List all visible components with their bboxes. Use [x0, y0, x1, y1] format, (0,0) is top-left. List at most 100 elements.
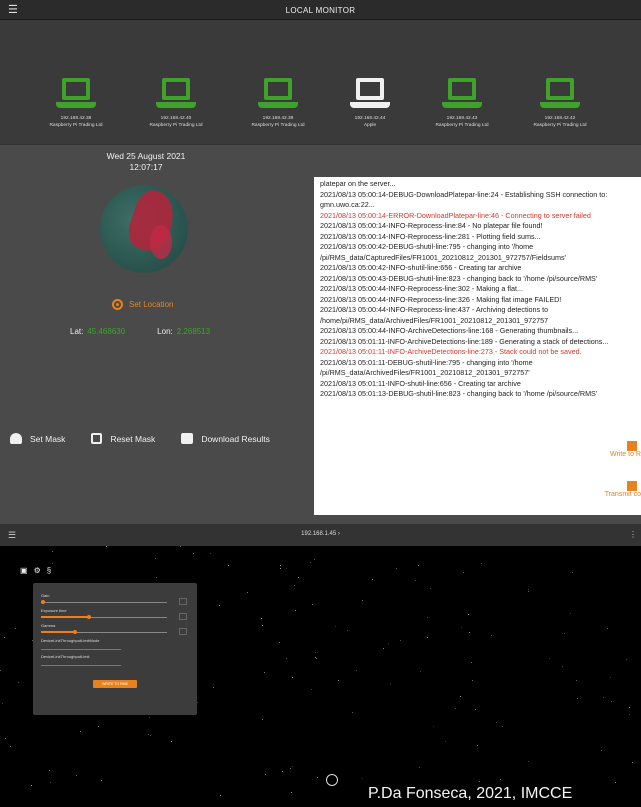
- gain-slider[interactable]: [41, 598, 187, 605]
- star: [314, 559, 315, 560]
- camera-ip[interactable]: 192.168.1.45 ›: [0, 531, 641, 537]
- star: [400, 640, 401, 641]
- star: [295, 610, 296, 611]
- station-time: 12:07:17: [129, 162, 163, 172]
- log-line: 2021/08/13 05:00:14-INFO-Reprocess-line:…: [320, 221, 543, 230]
- star: [15, 628, 16, 629]
- sky-mask-globe[interactable]: [100, 185, 188, 273]
- star: [460, 696, 461, 697]
- action-bar: Set Mask Reset Mask Download Results: [10, 433, 270, 444]
- star: [629, 707, 630, 708]
- throughput-limit-mode-field[interactable]: [41, 645, 121, 650]
- log-line: 2021/08/13 05:01:11-INFO-shutil-line:656…: [320, 378, 521, 388]
- reset-mask-button[interactable]: Reset Mask: [91, 433, 155, 444]
- device-card[interactable]: 192.168.42.43 Raspberry Pi Trading Ltd: [416, 78, 508, 128]
- log-line: 2021/08/13 05:00:44-INFO-ArchiveDetectio…: [320, 326, 579, 335]
- lat-label: Lat:: [70, 327, 84, 336]
- camera-settings-panel: Gain Exposure time Gamma DeviceLinkThrou…: [33, 583, 197, 715]
- star: [290, 768, 291, 769]
- star: [611, 701, 612, 702]
- write-to-rms-button[interactable]: Write to R: [610, 441, 641, 458]
- star: [247, 592, 248, 593]
- star: [292, 677, 293, 678]
- star: [101, 780, 102, 781]
- star: [262, 719, 263, 720]
- star: [156, 577, 157, 578]
- star: [570, 613, 571, 614]
- star: [150, 735, 151, 736]
- cloud-upload-icon: [10, 433, 22, 444]
- star: [496, 722, 497, 723]
- overlay-icon[interactable]: §: [47, 566, 51, 575]
- device-vendor: Raspberry Pi Trading Ltd: [49, 123, 103, 128]
- transmit-button[interactable]: Transmit co: [605, 481, 641, 498]
- star: [576, 680, 577, 681]
- device-ip: 192.168.42.39: [262, 116, 294, 121]
- star: [52, 563, 53, 564]
- device-card[interactable]: 192.168.42.38 Raspberry Pi Trading Ltd: [30, 78, 122, 128]
- star: [0, 670, 1, 671]
- star: [31, 785, 32, 786]
- log-line: 2021/08/13 05:00:43-DEBUG-shutil-line:82…: [320, 273, 598, 283]
- log-line: 2021/08/13 05:00:42-DEBUG-shutil-line:79…: [320, 242, 566, 262]
- write-to-rms-label: Write to R: [610, 451, 641, 458]
- star: [279, 642, 280, 643]
- log-line: 2021/08/13 05:00:44-INFO-Reprocess-line:…: [320, 305, 549, 325]
- laptop-icon: [156, 78, 196, 114]
- star: [2, 703, 3, 704]
- device-ip: 192.168.42.42: [544, 116, 576, 121]
- write-to-rms-save-button[interactable]: WRITE TO RMS: [93, 680, 137, 688]
- star: [312, 604, 313, 605]
- star: [213, 687, 214, 688]
- throughput-limit-field[interactable]: [41, 661, 121, 666]
- log-line: 2021/08/13 05:00:44-INFO-Reprocess-line:…: [320, 284, 523, 293]
- star: [577, 698, 578, 699]
- star: [528, 761, 529, 762]
- star: [390, 683, 391, 684]
- lat-value: 45.468630: [87, 327, 126, 336]
- gamma-slider[interactable]: [41, 628, 187, 635]
- star: [310, 562, 311, 563]
- camera-icon[interactable]: ▣: [20, 566, 28, 575]
- star: [262, 625, 263, 626]
- set-mask-button[interactable]: Set Mask: [10, 433, 65, 444]
- download-icon: [181, 433, 194, 444]
- app-top-bar: ☰ LOCAL MONITOR: [0, 0, 641, 20]
- star: [356, 670, 357, 671]
- capture-circle-button[interactable]: [326, 774, 338, 786]
- star: [52, 551, 53, 552]
- exposure-slider[interactable]: [41, 613, 187, 620]
- star: [316, 658, 317, 659]
- star: [280, 568, 281, 569]
- star: [471, 662, 472, 663]
- star: [418, 565, 419, 566]
- device-card[interactable]: 192.168.42.44 Apple: [324, 78, 416, 128]
- star: [607, 628, 608, 629]
- station-date: Wed 25 August 2021: [106, 151, 186, 161]
- star: [562, 666, 563, 667]
- gear-icon[interactable]: ⚙: [34, 566, 41, 575]
- crosshair-icon: [112, 299, 123, 310]
- star: [5, 738, 6, 739]
- star: [463, 572, 464, 573]
- device-vendor: Raspberry Pi Trading Ltd: [251, 123, 305, 128]
- set-location-button[interactable]: Set Location: [112, 299, 173, 310]
- device-card[interactable]: 192.168.42.42 Raspberry Pi Trading Ltd: [514, 78, 606, 128]
- star: [50, 782, 51, 783]
- set-mask-label: Set Mask: [30, 433, 66, 444]
- laptop-icon: [442, 78, 482, 114]
- device-card[interactable]: 192.168.42.40 Raspberry Pi Trading Ltd: [130, 78, 222, 128]
- star: [180, 546, 181, 547]
- log-console[interactable]: platepar on the server... 2021/08/13 05:0…: [314, 177, 641, 515]
- star: [461, 627, 462, 628]
- laptop-icon: [258, 78, 298, 114]
- star: [197, 702, 198, 703]
- download-results-button[interactable]: Download Results: [181, 433, 270, 444]
- coordinates-display: Lat: 45.468630 Lon: 2.268513: [70, 327, 210, 336]
- throughput-limit-label: DeviceLinkThroughputLimit: [41, 654, 90, 659]
- star: [528, 591, 529, 592]
- download-results-label: Download Results: [201, 433, 270, 444]
- more-icon[interactable]: ⋮: [629, 530, 637, 539]
- device-vendor: Raspberry Pi Trading Ltd: [435, 123, 489, 128]
- device-card[interactable]: 192.168.42.39 Raspberry Pi Trading Ltd: [232, 78, 324, 128]
